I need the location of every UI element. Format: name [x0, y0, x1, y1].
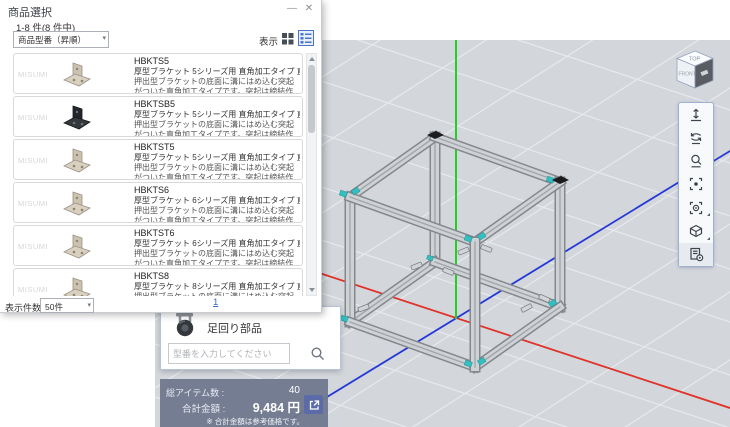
product-code: HBKTS5	[134, 56, 170, 66]
look-at-icon	[689, 201, 703, 214]
scroll-up-icon[interactable]	[308, 57, 315, 61]
order-summary-panel: 総アイテム数 : 40 合計金額 : 9,484 円 ※ 合計金額は参考価格です…	[160, 379, 328, 427]
pan-icon	[691, 108, 701, 121]
watermark: MISUMI	[18, 113, 49, 122]
product-code: HBKTS8	[134, 271, 170, 281]
product-list-item[interactable]: MISUMI HBKTS6 厚型ブラケット 6シリーズ用 直角加工タイプ 直角度…	[13, 182, 303, 223]
zoom-icon	[691, 155, 702, 168]
product-code: HBKTST5	[134, 142, 175, 152]
total-items-label: 総アイテム数 :	[166, 388, 225, 398]
product-thumbnail: MISUMI	[14, 140, 132, 179]
watermark: MISUMI	[18, 285, 49, 294]
watermark: MISUMI	[18, 242, 49, 251]
total-price-value: 9,484 円	[252, 401, 300, 415]
view-cube-widget[interactable]: TOP FRONT	[668, 44, 722, 98]
product-code: HBKTST6	[134, 228, 175, 238]
product-description: 押出型ブラケットの底面に溝にはめ込む突起がついた直角加工タイプです。突起は締結作…	[134, 206, 294, 223]
product-description: 押出型ブラケットの底面に溝にはめ込む突起がついた直角加工タイプです。突起は締結作…	[134, 249, 294, 266]
list-view-button[interactable]	[298, 30, 314, 46]
pagination-page-1[interactable]: 1	[213, 297, 218, 308]
chevron-down-icon: ▾	[102, 35, 106, 42]
pan-tool-button[interactable]	[679, 103, 713, 126]
fit-view-button[interactable]	[679, 173, 713, 196]
watermark: MISUMI	[18, 156, 49, 165]
list-scrollbar[interactable]	[306, 53, 317, 296]
display-settings-button[interactable]	[679, 242, 713, 266]
external-link-icon	[309, 399, 319, 410]
view-direction-button[interactable]	[679, 219, 713, 242]
bracket-image	[63, 191, 91, 216]
display-settings-icon	[690, 248, 704, 262]
product-thumbnail: MISUMI	[14, 269, 132, 296]
per-page-label: 表示件数	[5, 303, 42, 313]
caster-parts-card: 足回り部品	[160, 306, 341, 370]
display-mode-label: 表示	[259, 37, 279, 48]
bracket-image	[63, 105, 91, 130]
product-spec: 厚型ブラケット 5シリーズ用 直角加工タイプ 直角度0.03 1列溝用	[134, 153, 300, 162]
product-list-item[interactable]: MISUMI HBKTS8 厚型ブラケット 8シリーズ用 直角加工タイプ 直角度…	[13, 268, 303, 296]
zoom-tool-button[interactable]	[679, 150, 713, 173]
look-at-button[interactable]	[679, 196, 713, 219]
product-spec: 厚型ブラケット 8シリーズ用 直角加工タイプ 直角度0.06 1列溝用	[134, 282, 300, 291]
product-list-item[interactable]: MISUMI HBKTS5 厚型ブラケット 5シリーズ用 直角加工タイプ 直角度…	[13, 53, 303, 94]
watermark: MISUMI	[18, 70, 49, 79]
search-icon	[311, 347, 324, 360]
bracket-image	[63, 277, 91, 296]
product-thumbnail: MISUMI	[14, 226, 132, 265]
bracket-image	[63, 62, 91, 87]
product-code: HBKTS6	[134, 185, 170, 195]
product-thumbnail: MISUMI	[14, 54, 132, 93]
product-spec: 厚型ブラケット 6シリーズ用 直角加工タイプ 直角度0.03 1列溝用	[134, 239, 300, 248]
product-list-item[interactable]: MISUMI HBKTSB5 厚型ブラケット 5シリーズ用 直角加工タイプ 直角…	[13, 96, 303, 137]
view-cube-icon	[689, 224, 703, 238]
open-quote-button[interactable]	[304, 395, 323, 414]
sort-select-value: 商品型番（昇順）	[18, 35, 87, 45]
search-button[interactable]	[309, 345, 331, 363]
viewcube-front-label: FRONT	[679, 72, 696, 78]
product-spec: 厚型ブラケット 5シリーズ用 直角加工タイプ 直角度0.06 1列溝用	[134, 67, 300, 76]
viewcube-top-label: TOP	[689, 57, 701, 63]
part-number-search-input[interactable]	[168, 343, 290, 364]
product-code: HBKTSB5	[134, 99, 176, 109]
product-spec: 厚型ブラケット 5シリーズ用 直角加工タイプ 直角度0.06 1列溝用 黒	[134, 110, 300, 119]
per-page-select[interactable]: 50件 ▾	[40, 298, 94, 313]
dialog-title: 商品選択	[8, 7, 52, 19]
watermark: MISUMI	[18, 199, 49, 208]
close-button[interactable]: ✕	[302, 3, 316, 14]
bracket-image	[63, 148, 91, 173]
product-list-item[interactable]: MISUMI HBKTST6 厚型ブラケット 6シリーズ用 直角加工タイプ 直角…	[13, 225, 303, 266]
chevron-down-icon: ▾	[87, 302, 91, 309]
caster-icon	[176, 313, 194, 337]
product-description: 押出型ブラケットの底面に溝にはめ込む突起がついた直角加工タイプです。突起は締結作…	[134, 163, 294, 180]
product-thumbnail: MISUMI	[14, 97, 132, 136]
grid-view-button[interactable]	[281, 32, 294, 45]
scrollbar-thumb[interactable]	[308, 65, 315, 133]
orbit-tool-button[interactable]	[679, 126, 713, 149]
minimize-button[interactable]: —	[285, 3, 299, 14]
product-description: 押出型ブラケットの底面に溝にはめ込む突起がついた直角加工タイプです。突起は締結作…	[134, 77, 294, 94]
per-page-value: 50件	[45, 302, 63, 312]
total-price-label: 合計金額 :	[182, 404, 226, 415]
sort-select[interactable]: 商品型番（昇順） ▾	[13, 31, 109, 48]
product-thumbnail: MISUMI	[14, 183, 132, 222]
fit-view-icon	[689, 178, 703, 191]
parts-card-label: 足回り部品	[207, 323, 262, 335]
product-spec: 厚型ブラケット 6シリーズ用 直角加工タイプ 直角度0.06 1列溝用	[134, 196, 300, 205]
product-list: MISUMI HBKTS5 厚型ブラケット 5シリーズ用 直角加工タイプ 直角度…	[13, 53, 303, 296]
product-select-dialog: 商品選択 — ✕ 1-8 件(8 件中) 商品型番（昇順） ▾ 表示 MISUM…	[0, 0, 322, 313]
orbit-icon	[690, 132, 702, 145]
total-items-value: 40	[288, 385, 300, 396]
bracket-image	[63, 234, 91, 259]
price-note: ※ 合計金額は参考価格です。	[206, 417, 304, 426]
scroll-down-icon[interactable]	[308, 288, 315, 292]
product-list-item[interactable]: MISUMI HBKTST5 厚型ブラケット 5シリーズ用 直角加工タイプ 直角…	[13, 139, 303, 180]
product-description: 押出型ブラケットの底面に溝にはめ込む突起がついた直角加工タイプです。突起は締結作…	[134, 120, 294, 137]
viewport-toolbar	[678, 102, 714, 267]
product-description: 押出型ブラケットの底面に溝にはめ込む突起がついた直角加工タイプです。突起は締結作…	[134, 292, 300, 296]
